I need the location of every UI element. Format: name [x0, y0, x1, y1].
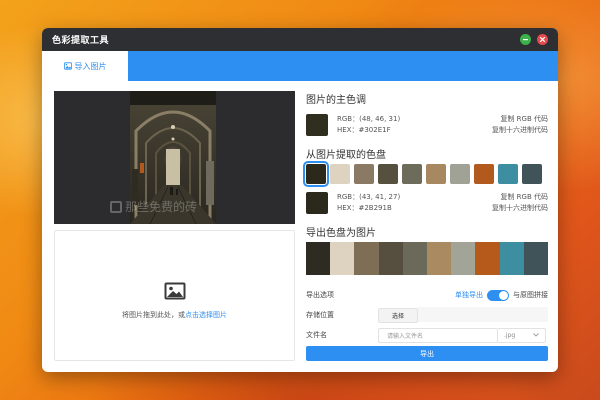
storage-location-label: 存储位置 — [306, 311, 334, 319]
palette-swatch[interactable] — [330, 164, 350, 184]
palette-title: 从图片提取的色盘 — [306, 150, 386, 161]
image-placeholder-icon — [164, 282, 185, 299]
window-title: 色彩提取工具 — [52, 36, 110, 46]
storage-location-row: 存储位置 选择 — [306, 307, 548, 323]
merge-export-label[interactable]: 与原图拼接 — [513, 290, 548, 300]
export-strip-color — [475, 242, 500, 275]
close-icon — [539, 36, 546, 43]
image-preview: 那些免费的砖 — [54, 91, 295, 224]
export-options-row: 导出选项 单独导出 与原图拼接 — [306, 287, 548, 303]
filename-input[interactable]: 请输入文件名 — [378, 327, 498, 343]
select-image-link[interactable]: 点击选择图片 — [185, 311, 227, 319]
selected-color-row: RGB：(43, 41, 27) HEX：#2B291B 复制 RGB 代码 复… — [306, 192, 548, 218]
minimize-button[interactable] — [520, 34, 531, 45]
app-window: 色彩提取工具 导入图片 那些免费的砖 将图片拖到此处，或点击选择图片 图片的主色… — [42, 28, 558, 372]
filename-label: 文件名 — [306, 331, 327, 339]
single-export-label[interactable]: 单独导出 — [455, 290, 483, 300]
export-strip-color — [402, 242, 428, 275]
extension-select[interactable]: .jpg — [498, 327, 546, 343]
toggle-knob — [499, 290, 508, 300]
dropzone-hint-text: 将图片拖到此处，或 — [122, 310, 185, 319]
main-color-title: 图片的主色调 — [306, 95, 366, 106]
tab-bar: 导入图片 — [42, 51, 558, 81]
export-strip-color — [523, 242, 549, 275]
image-icon — [63, 62, 72, 70]
export-strip-color — [330, 242, 355, 275]
copy-main-rgb-button[interactable]: 复制 RGB 代码 — [492, 114, 548, 125]
palette-swatch[interactable] — [402, 164, 422, 184]
tab-import-image[interactable]: 导入图片 — [42, 51, 128, 81]
watermark: 那些免费的砖 — [110, 198, 197, 215]
title-bar[interactable]: 色彩提取工具 — [42, 28, 558, 51]
export-strip-color — [451, 242, 476, 275]
palette-swatch[interactable] — [303, 161, 329, 187]
export-strip-color — [499, 242, 524, 275]
export-button[interactable]: 导出 — [306, 346, 548, 361]
palette-swatch[interactable] — [378, 164, 398, 184]
export-palette-strip — [306, 242, 549, 275]
palette-swatch[interactable] — [450, 164, 470, 184]
palette-swatch[interactable] — [522, 164, 542, 184]
export-options-label: 导出选项 — [306, 291, 334, 299]
export-title: 导出色盘为图片 — [306, 228, 376, 239]
watermark-logo-icon — [110, 200, 122, 213]
main-color-rgb: RGB：(48, 46, 31) — [337, 115, 401, 123]
export-mode-toggle[interactable] — [487, 289, 509, 301]
copy-selected-rgb-button[interactable]: 复制 RGB 代码 — [492, 192, 548, 203]
storage-path-field — [418, 307, 548, 322]
watermark-text: 那些免费的砖 — [125, 200, 198, 214]
dropzone-hint: 将图片拖到此处，或点击选择图片 — [122, 310, 227, 320]
filename-row: 文件名 请输入文件名 .jpg — [306, 327, 548, 343]
close-button[interactable] — [537, 34, 548, 45]
export-strip-color — [354, 242, 379, 275]
copy-main-hex-button[interactable]: 复制十六进制代码 — [492, 125, 548, 136]
palette-swatch[interactable] — [354, 164, 374, 184]
export-strip-color — [306, 242, 331, 275]
image-dropzone[interactable]: 将图片拖到此处，或点击选择图片 — [54, 230, 295, 361]
selected-color-hex: HEX：#2B291B — [337, 204, 392, 212]
palette-swatch[interactable] — [498, 164, 518, 184]
choose-location-button[interactable]: 选择 — [378, 307, 418, 323]
selected-color-rgb: RGB：(43, 41, 27) — [337, 193, 401, 201]
tab-label: 导入图片 — [74, 61, 107, 71]
main-color-hex: HEX：#302E1F — [337, 126, 391, 134]
main-color-swatch — [306, 114, 328, 136]
copy-selected-hex-button[interactable]: 复制十六进制代码 — [492, 203, 548, 214]
selected-color-swatch — [306, 192, 328, 214]
minus-icon — [523, 39, 528, 41]
extension-value: .jpg — [504, 331, 516, 339]
palette-swatch[interactable] — [474, 164, 494, 184]
export-strip-color — [427, 242, 452, 275]
export-strip-color — [378, 242, 403, 275]
main-color-row: RGB：(48, 46, 31) HEX：#302E1F 复制 RGB 代码 复… — [306, 114, 548, 140]
palette-swatches — [303, 161, 542, 187]
chevron-down-icon — [533, 333, 539, 337]
palette-swatch[interactable] — [426, 164, 446, 184]
